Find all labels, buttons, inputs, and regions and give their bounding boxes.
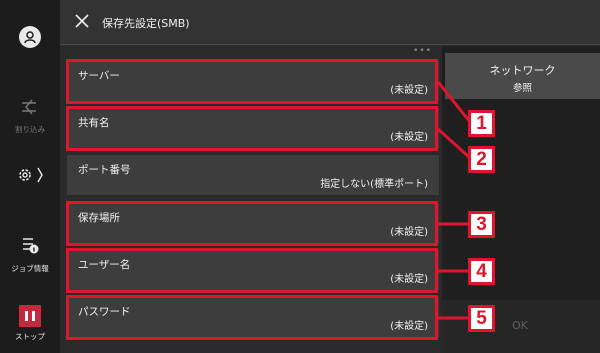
callout-4: 4 [468, 258, 495, 285]
callout-2: 2 [468, 146, 495, 173]
stop-button[interactable]: ストップ [0, 305, 60, 342]
settings-button[interactable] [0, 164, 60, 190]
callout-3: 3 [468, 211, 495, 238]
network-browse-label: ネットワーク [489, 64, 556, 77]
user-icon [19, 26, 41, 48]
user-button[interactable] [0, 26, 60, 48]
callout-5: 5 [468, 305, 495, 332]
page-title: 保存先設定(SMB) [102, 17, 190, 30]
screen: 割り込み ジョブ情報 ストップ 保存先設定(SMB) ••• サーバー (未設定… [0, 0, 600, 353]
job-info-icon [20, 235, 40, 259]
network-browse-sublabel: 参照 [512, 83, 532, 94]
close-icon[interactable] [73, 12, 91, 30]
interrupt-icon [20, 98, 40, 120]
more-indicator: ••• [413, 46, 432, 56]
highlight-frame [66, 59, 438, 104]
job-info-button[interactable]: ジョブ情報 [0, 235, 60, 274]
interrupt-label: 割り込み [15, 125, 45, 134]
interrupt-button[interactable]: 割り込み [0, 98, 60, 135]
highlight-frame [66, 248, 438, 293]
ok-button[interactable]: OK [442, 300, 600, 353]
header: 保存先設定(SMB) [60, 0, 600, 45]
row-label: ポート番号 [78, 164, 131, 176]
stop-label: ストップ [15, 332, 45, 341]
highlight-frame [66, 201, 438, 246]
gear-icon [15, 164, 45, 190]
highlight-frame [66, 106, 438, 151]
highlight-frame [66, 295, 438, 340]
network-browse-button[interactable]: ネットワーク 参照 [445, 53, 600, 99]
left-rail: 割り込み ジョブ情報 ストップ [0, 0, 60, 353]
stop-icon [19, 305, 41, 327]
row-value: 指定しない(標準ポート) [320, 179, 428, 190]
callout-1: 1 [468, 110, 495, 137]
job-info-label: ジョブ情報 [11, 264, 49, 273]
ok-label: OK [512, 319, 528, 332]
port-number-row[interactable]: ポート番号 指定しない(標準ポート) [67, 155, 439, 195]
